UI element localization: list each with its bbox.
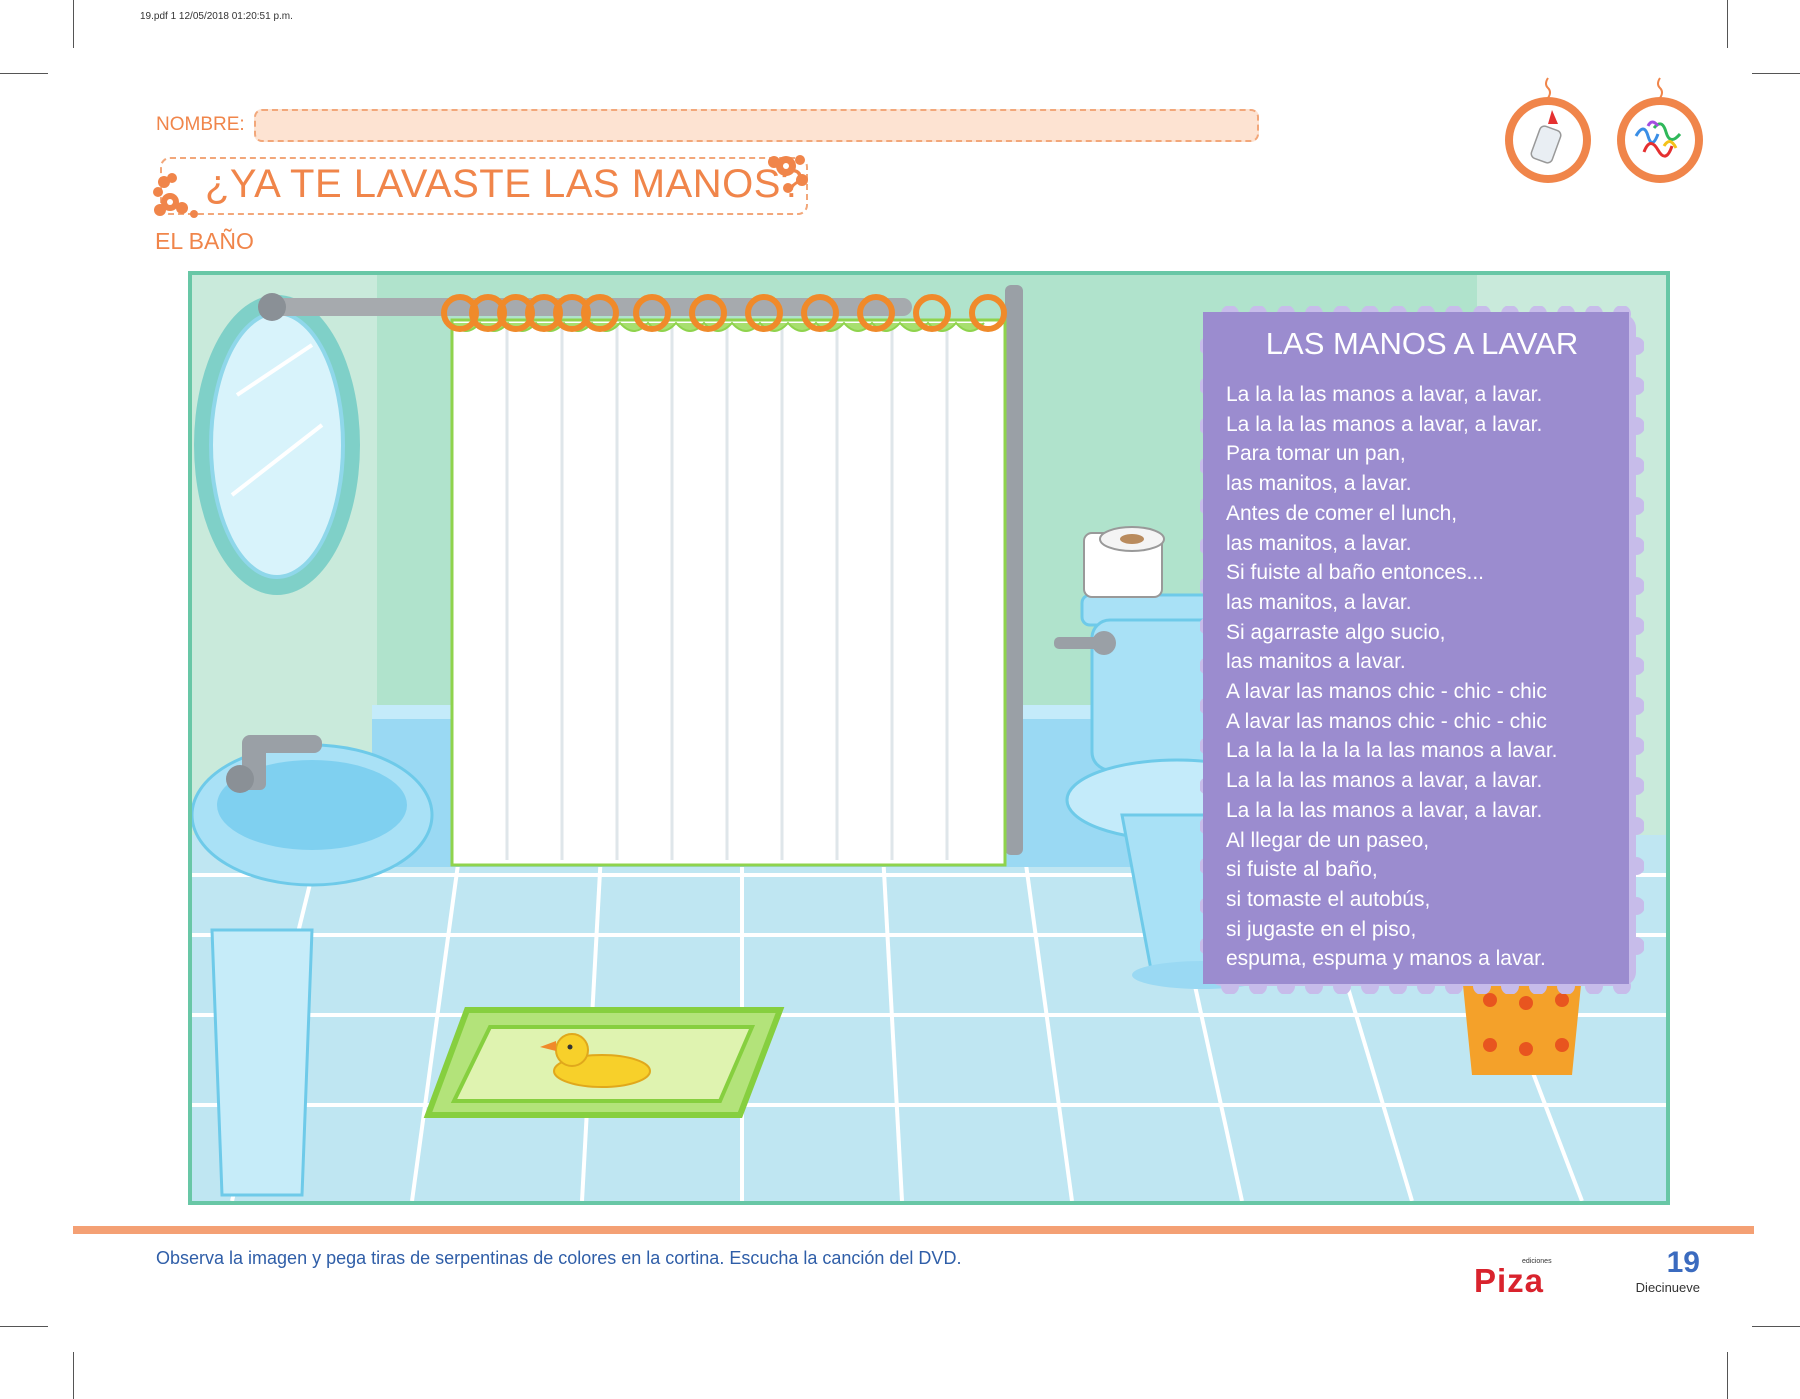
crop-mark bbox=[1752, 73, 1800, 74]
publisher-logo-text: Piza bbox=[1474, 1262, 1545, 1299]
crop-mark bbox=[73, 1352, 74, 1399]
lyric-line: Antes de comer el lunch, bbox=[1226, 501, 1458, 525]
activity-instruction: Observa la imagen y pega tiras de serpen… bbox=[156, 1248, 962, 1268]
lyric-line: La la la las manos a lavar, a lavar. bbox=[1226, 769, 1543, 793]
flower-decoration-icon bbox=[153, 173, 198, 218]
crop-mark bbox=[1727, 0, 1728, 48]
glue-bottle-icon bbox=[1505, 77, 1591, 183]
lyric-line: Al llegar de un paseo, bbox=[1226, 828, 1430, 852]
lyric-line: Para tomar un pan, bbox=[1226, 442, 1406, 466]
lyric-line: espuma, espuma y manos a lavar. bbox=[1226, 947, 1546, 971]
lyric-line: las manitos, a lavar. bbox=[1226, 590, 1412, 614]
lyric-line: Si fuiste al baño entonces... bbox=[1226, 561, 1484, 585]
section-subtitle: EL BAÑO bbox=[155, 228, 254, 254]
lyric-line: La la la la la la la las manos a lavar. bbox=[1226, 739, 1558, 763]
lyric-line: A lavar las manos chic - chic - chic bbox=[1226, 709, 1547, 733]
lyric-line: La la la las manos a lavar, a lavar. bbox=[1226, 412, 1543, 436]
page-title: ¿YA TE LAVASTE LAS MANOS? bbox=[205, 162, 804, 206]
publisher-logo: ediciones Piza bbox=[1470, 1258, 1560, 1300]
footer-divider bbox=[73, 1226, 1754, 1234]
name-label: NOMBRE: bbox=[156, 114, 245, 135]
song-title: LAS MANOS A LAVAR bbox=[1265, 326, 1579, 361]
crop-mark bbox=[1727, 1352, 1728, 1399]
lyric-line: si jugaste en el piso, bbox=[1226, 917, 1417, 941]
name-field[interactable] bbox=[254, 109, 1259, 142]
crop-mark bbox=[73, 0, 74, 48]
lyric-line: A lavar las manos chic - chic - chic bbox=[1226, 680, 1547, 704]
print-info: 19.pdf 1 12/05/2018 01:20:51 p.m. bbox=[140, 11, 293, 22]
page-number: 19 bbox=[1666, 1246, 1700, 1279]
streamers-icon bbox=[1617, 77, 1703, 183]
lyric-line: si tomaste el autobús, bbox=[1226, 887, 1431, 911]
song-panel: LAS MANOS A LAVAR La la la las manos a l… bbox=[1200, 306, 1644, 994]
song-lyrics: La la la las manos a lavar, a lavar. La … bbox=[1226, 380, 1558, 974]
crop-mark bbox=[0, 73, 48, 74]
lyric-line: las manitos a lavar. bbox=[1226, 650, 1406, 674]
lyric-line: si fuiste al baño, bbox=[1226, 858, 1378, 882]
lyric-line: La la la las manos a lavar, a lavar. bbox=[1226, 383, 1543, 406]
lyric-line: las manitos, a lavar. bbox=[1226, 472, 1412, 496]
page-number-word: Diecinueve bbox=[1635, 1280, 1700, 1295]
lyric-line: Si agarraste algo sucio, bbox=[1226, 620, 1446, 644]
crop-mark bbox=[0, 1326, 48, 1327]
lyric-line: La la la las manos a lavar, a lavar. bbox=[1226, 798, 1543, 822]
lyric-line: las manitos, a lavar. bbox=[1226, 531, 1412, 555]
crop-mark bbox=[1752, 1326, 1800, 1327]
